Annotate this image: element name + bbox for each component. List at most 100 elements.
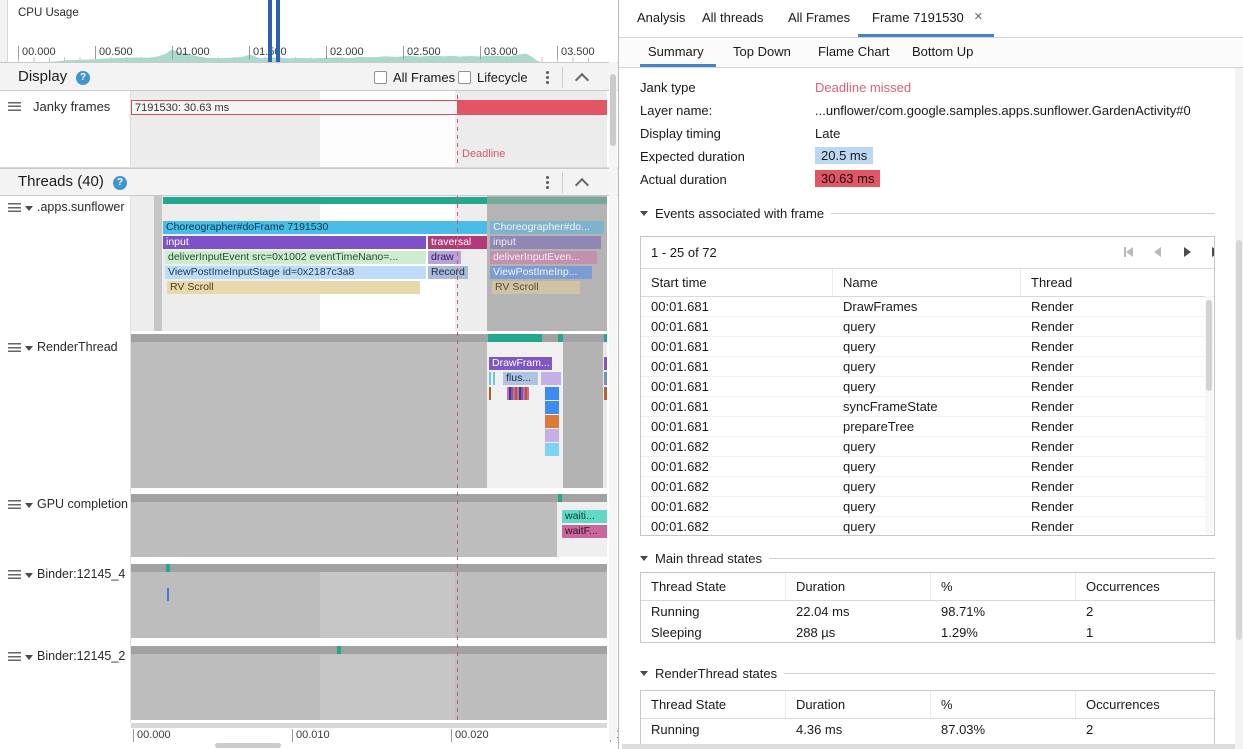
page-last-button[interactable] <box>1212 247 1215 257</box>
range-selection-handle[interactable] <box>268 0 272 62</box>
column-header-percent[interactable]: % <box>931 691 1076 718</box>
render-states-section-header[interactable]: RenderThread states <box>640 666 1215 681</box>
thread-name-binder-2[interactable]: Binder:12145_2 <box>37 649 125 663</box>
collapse-section-icon[interactable] <box>575 73 589 87</box>
event-row[interactable]: 00:01.682queryRender <box>641 457 1214 477</box>
event-row[interactable]: 00:01.681queryRender <box>641 317 1214 337</box>
trace-event-input[interactable]: input <box>163 236 426 249</box>
trace-event-waitfence[interactable]: waitF... <box>562 525 607 538</box>
cpu-usage-track[interactable]: CPU Usage 00.000 00.500 01.000 01.500 02… <box>0 0 618 62</box>
column-header-name[interactable]: Name <box>833 269 1021 296</box>
section-collapse-icon[interactable] <box>640 556 648 561</box>
drag-handle-icon[interactable] <box>8 102 21 111</box>
trace-event-tick[interactable] <box>167 588 169 601</box>
event-row[interactable]: 00:01.681queryRender <box>641 357 1214 377</box>
subtab-bottom-up[interactable]: Bottom Up <box>912 44 973 59</box>
column-header-thread-state[interactable]: Thread State <box>641 573 786 600</box>
trace-event-deliver-dim[interactable]: deliverInputEven... <box>490 251 597 264</box>
trace-event-flush[interactable]: flus... <box>503 372 538 385</box>
column-header-duration[interactable]: Duration <box>786 691 931 718</box>
trace-event-choreographer-dim[interactable]: Choreographer#do... <box>490 221 604 234</box>
trace-event-square[interactable] <box>545 387 559 400</box>
janky-frame-bar[interactable]: 7191530: 30.63 ms <box>131 100 458 115</box>
column-header-occurrences[interactable]: Occurrences <box>1076 573 1206 600</box>
column-header-thread[interactable]: Thread <box>1021 269 1206 296</box>
thread-name-gpu-completion[interactable]: GPU completion <box>37 497 128 511</box>
trace-event-choreographer[interactable]: Choreographer#doFrame 7191530 <box>163 221 487 234</box>
help-icon[interactable]: ? <box>76 71 90 85</box>
thread-name-binder-4[interactable]: Binder:12145_4 <box>37 567 125 581</box>
more-options-icon[interactable] <box>546 176 549 179</box>
events-scrollbar-thumb[interactable] <box>1206 300 1212 391</box>
trace-event-waiting[interactable]: waiti... <box>562 510 607 523</box>
page-next-icon[interactable] <box>1184 247 1191 257</box>
trace-event-square[interactable] <box>545 415 559 428</box>
main-states-section-header[interactable]: Main thread states <box>640 551 1215 566</box>
trace-event-viewpostime-dim[interactable]: ViewPostImeInp... <box>490 266 592 279</box>
trace-event-rv-scroll-dim[interactable]: RV Scroll <box>492 281 580 294</box>
section-collapse-icon[interactable] <box>640 671 648 676</box>
column-header-thread-state[interactable]: Thread State <box>641 691 786 718</box>
page-first-button[interactable] <box>1124 247 1133 257</box>
event-row[interactable]: 00:01.682queryRender <box>641 477 1214 497</box>
state-row[interactable]: Sleeping288 µs1.29%1 <box>641 622 1214 643</box>
event-row[interactable]: 00:01.681DrawFramesRender <box>641 297 1214 317</box>
range-selection-handle[interactable] <box>276 0 280 62</box>
subtab-summary[interactable]: Summary <box>648 44 704 59</box>
state-row[interactable]: Running4.36 ms87.03%2 <box>641 719 1214 740</box>
column-header-occurrences[interactable]: Occurrences <box>1076 691 1206 718</box>
thread-expander-icon[interactable] <box>25 655 33 660</box>
event-row[interactable]: 00:01.681prepareTreeRender <box>641 417 1214 437</box>
tab-frame[interactable]: Frame 7191530 <box>872 10 964 25</box>
trace-event-tick[interactable] <box>493 372 495 385</box>
thread-expander-icon[interactable] <box>25 206 33 211</box>
trace-event-square[interactable] <box>545 401 559 414</box>
lifecycle-checkbox[interactable] <box>458 71 471 84</box>
all-frames-checkbox[interactable] <box>374 71 387 84</box>
section-collapse-icon[interactable] <box>640 211 648 216</box>
trace-event-square[interactable] <box>545 429 559 442</box>
trace-event-drawframes[interactable]: DrawFram... <box>489 357 552 370</box>
event-row[interactable]: 00:01.681queryRender <box>641 337 1214 357</box>
tab-all-frames[interactable]: All Frames <box>788 10 850 25</box>
drag-handle-icon[interactable] <box>8 652 21 661</box>
trace-event-record[interactable]: Record ... <box>428 266 468 279</box>
vertical-scrollbar-track[interactable] <box>609 62 617 740</box>
event-row[interactable]: 00:01.682queryRender <box>641 517 1214 536</box>
trace-event-square[interactable] <box>545 443 559 456</box>
event-row[interactable]: 00:01.681syncFrameStateRender <box>641 397 1214 417</box>
state-row[interactable]: Running22.04 ms98.71%2 <box>641 601 1214 622</box>
more-options-icon[interactable] <box>546 71 549 74</box>
trace-event-bar[interactable] <box>541 372 561 385</box>
thread-name-renderthread[interactable]: RenderThread <box>37 340 118 354</box>
help-icon[interactable]: ? <box>113 176 127 190</box>
thread-expander-icon[interactable] <box>25 346 33 351</box>
thread-name-sunflower[interactable]: .apps.sunflower <box>37 200 125 214</box>
drag-handle-icon[interactable] <box>8 343 21 352</box>
events-section-header[interactable]: Events associated with frame <box>640 206 1215 221</box>
event-row[interactable]: 00:01.682queryRender <box>641 497 1214 517</box>
thread-expander-icon[interactable] <box>25 503 33 508</box>
trace-event-tick[interactable] <box>489 372 491 385</box>
trace-event-input-dim[interactable]: input <box>490 236 601 249</box>
trace-event-tick[interactable] <box>489 387 491 400</box>
tab-analysis[interactable]: Analysis <box>637 10 685 25</box>
trace-event-ticks[interactable] <box>507 387 529 400</box>
janky-frame-bar-overrun[interactable] <box>457 100 607 115</box>
thread-expander-icon[interactable] <box>25 573 33 578</box>
subtab-flame-chart[interactable]: Flame Chart <box>818 44 890 59</box>
close-tab-icon[interactable]: × <box>974 8 983 25</box>
column-header-start-time[interactable]: Start time <box>641 269 833 296</box>
trace-event-viewpostime[interactable]: ViewPostImeInputStage id=0x2187c3a8 <box>165 266 426 279</box>
collapse-section-icon[interactable] <box>575 178 589 192</box>
trace-event-deliver-input[interactable]: deliverInputEvent src=0x1002 eventTimeNa… <box>165 251 426 264</box>
tab-all-threads[interactable]: All threads <box>702 10 763 25</box>
drag-handle-icon[interactable] <box>8 500 21 509</box>
page-prev-icon[interactable] <box>1154 247 1161 257</box>
panel-scrollbar-thumb[interactable] <box>1236 240 1242 640</box>
drag-handle-icon[interactable] <box>8 570 21 579</box>
drag-handle-icon[interactable] <box>8 203 21 212</box>
trace-event-rv-scroll[interactable]: RV Scroll <box>167 281 420 294</box>
horizontal-scrollbar-thumb[interactable] <box>215 743 281 748</box>
column-header-duration[interactable]: Duration <box>786 573 931 600</box>
